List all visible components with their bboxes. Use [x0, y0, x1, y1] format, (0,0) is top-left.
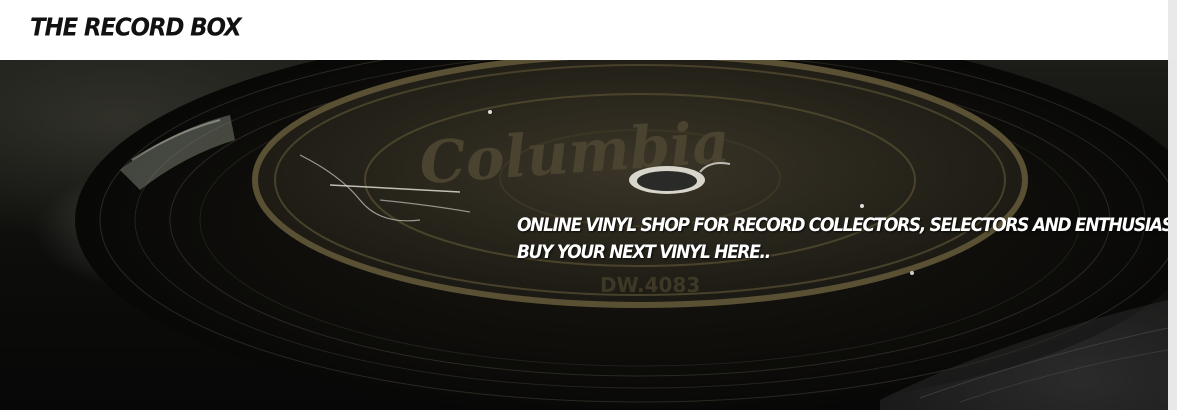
hero-tagline-line-2: BUY YOUR NEXT VINYL HERE..	[517, 241, 771, 264]
hero-banner: Columbia DW.4083 ONLINE VINYL SHOP FOR R…	[0, 60, 1168, 410]
record-catalog-text: DW.4083	[600, 273, 700, 297]
scrollbar-thumb[interactable]	[1169, 0, 1176, 60]
site-title-link[interactable]: THE RECORD BOX	[30, 14, 242, 42]
site-header: THE RECORD BOX	[0, 0, 1168, 60]
page: THE RECORD BOX Columbia DW.4083 ONLINE V…	[0, 0, 1177, 410]
page-scrollbar[interactable]	[1168, 0, 1177, 410]
hero-tagline-line-1: ONLINE VINYL SHOP FOR RECORD COLLECTORS,…	[517, 214, 1168, 237]
hero-tagline: ONLINE VINYL SHOP FOR RECORD COLLECTORS,…	[517, 212, 1168, 266]
